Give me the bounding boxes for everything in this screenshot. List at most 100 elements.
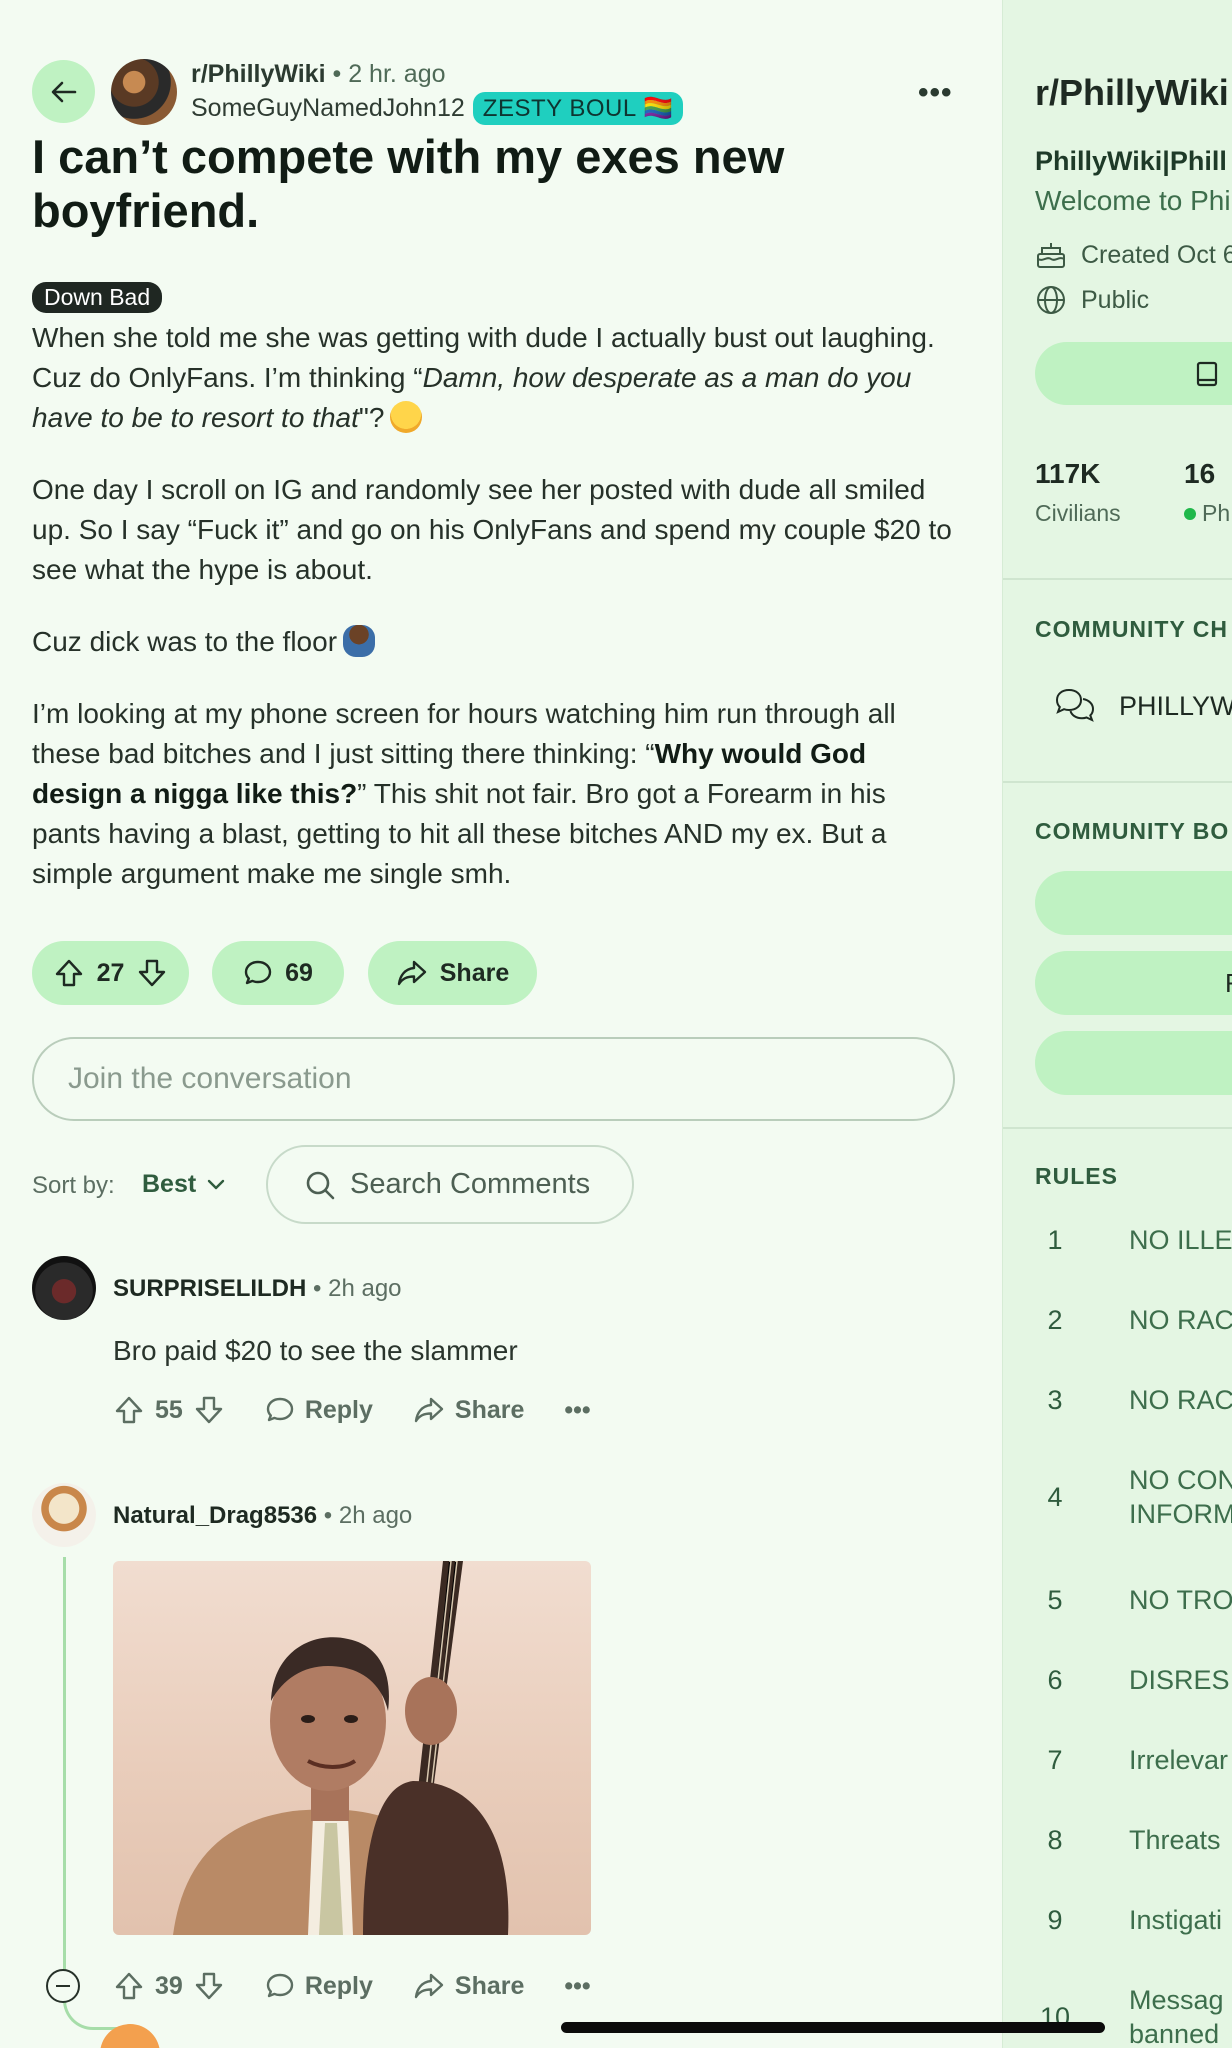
rule-title-line: NO CON	[1129, 1465, 1232, 1495]
sidebar-rule-item[interactable]: 8 Threats	[1035, 1823, 1221, 1857]
collapse-thread-button[interactable]	[46, 1969, 80, 2003]
upvote-icon[interactable]	[113, 1394, 145, 1426]
sidebar-divider	[1003, 578, 1232, 580]
rule-title: NO TRO	[1129, 1585, 1232, 1615]
rule-title-line: banned	[1129, 2019, 1220, 2048]
sidebar-bookmark-button[interactable]	[1035, 871, 1232, 935]
commenter-avatar[interactable]	[32, 1483, 96, 1547]
sidebar-community-title[interactable]: r/PhillyWiki	[1035, 72, 1229, 114]
community-sidebar: r/PhillyWiki PhillyWiki|Phill Welcome to…	[1002, 0, 1232, 2048]
meta-separator: •	[313, 1275, 329, 1302]
sort-label: Sort by:	[32, 1172, 115, 1199]
sidebar-bookmarks-heading: COMMUNITY BO	[1035, 818, 1230, 844]
sidebar-rule-item[interactable]: 5 NO TRO	[1035, 1583, 1232, 1617]
sidebar-bookmark-button[interactable]	[1035, 1031, 1232, 1095]
post-flair-tag[interactable]: Down Bad	[32, 282, 163, 313]
comment-count: 69	[285, 958, 313, 987]
sidebar-rule-item[interactable]: 6 DISRESI	[1035, 1663, 1232, 1697]
laughing-emoji-icon	[390, 401, 423, 433]
post-body: When she told me she was getting with du…	[32, 318, 962, 926]
sidebar-chats-heading: COMMUNITY CH	[1035, 616, 1229, 642]
sidebar-rule-item[interactable]: 1 NO ILLE	[1035, 1223, 1232, 1257]
sidebar-online-label: Ph	[1202, 500, 1231, 526]
rule-number: 5	[1047, 1584, 1063, 1615]
rule-number: 2	[1047, 1304, 1063, 1335]
sidebar-rule-item[interactable]: 4 NO CON INFORM	[1035, 1463, 1232, 1531]
share-arrow-icon	[414, 1397, 444, 1423]
sidebar-rule-item[interactable]: 10 Messag banned	[1035, 1983, 1224, 2048]
comment-header: Natural_Drag8536 • 2h ago	[113, 1502, 412, 1530]
commenter-name[interactable]: Natural_Drag8536	[113, 1502, 317, 1529]
share-button[interactable]: Share	[368, 941, 537, 1005]
upvote-icon[interactable]	[113, 1970, 145, 2002]
comments-button[interactable]: 69	[212, 941, 344, 1005]
author-link[interactable]: SomeGuyNamedJohn12	[191, 94, 465, 123]
commenter-name[interactable]: SURPRISELILDH	[113, 1275, 306, 1302]
rule-title-line: Messag	[1129, 1985, 1224, 2015]
rule-title: DISRESI	[1129, 1665, 1232, 1695]
comment-vote-group: 55	[113, 1394, 225, 1426]
rule-title: Irrelevar	[1129, 1745, 1229, 1775]
sidebar-rule-item[interactable]: 2 NO RAC	[1035, 1303, 1232, 1337]
sidebar-chat-item[interactable]: PHILLYW	[1035, 686, 1232, 726]
comment-vote-group: 39	[113, 1970, 225, 2002]
sort-dropdown[interactable]: Best	[142, 1170, 226, 1199]
sidebar-divider	[1003, 1127, 1232, 1129]
reply-label: Reply	[304, 1395, 373, 1424]
sidebar-rule-item[interactable]: 7 Irrelevar	[1035, 1743, 1228, 1777]
meta-separator: •	[332, 60, 349, 88]
post-detail: r/PhillyWiki • 2 hr. ago SomeGuyNamedJoh…	[0, 0, 1002, 2048]
online-dot-icon	[1184, 507, 1196, 520]
vote-count: 27	[96, 958, 125, 987]
comment-share-button[interactable]: Share	[413, 1395, 524, 1425]
comment-header: SURPRISELILDH • 2h ago	[113, 1275, 402, 1303]
sidebar-created-row: Created Oct 6	[1035, 240, 1232, 270]
downvote-icon[interactable]	[193, 1394, 225, 1426]
share-arrow-icon	[414, 1973, 444, 1999]
rule-number: 3	[1047, 1384, 1063, 1415]
sidebar-divider	[1003, 781, 1232, 783]
reply-label: Reply	[304, 1971, 373, 2000]
upvote-icon[interactable]	[53, 957, 85, 989]
sort-value: Best	[142, 1170, 197, 1198]
comment-share-button[interactable]: Share	[413, 1971, 524, 2001]
post-paragraph: One day I scroll on IG and randomly see …	[32, 474, 952, 585]
downvote-icon[interactable]	[193, 1970, 225, 2002]
sidebar-bookmark-button[interactable]: F	[1035, 951, 1232, 1015]
rule-number: 1	[1047, 1224, 1063, 1255]
sidebar-rule-item[interactable]: 3 NO RAC	[1035, 1383, 1232, 1417]
subreddit-avatar[interactable]	[111, 59, 177, 125]
search-comments-button[interactable]: Search Comments	[266, 1145, 634, 1224]
sidebar-rules-heading: RULES	[1035, 1163, 1118, 1189]
meta-separator: •	[323, 1502, 339, 1529]
more-options-icon[interactable]: •••	[918, 76, 953, 110]
comment-image[interactable]	[113, 1561, 591, 1935]
sidebar-wiki-button[interactable]	[1035, 342, 1232, 405]
post-paragraph: When she told me she was getting with du…	[32, 318, 962, 438]
comment-reply-button[interactable]: Reply	[265, 1395, 373, 1425]
comment-bubble-icon	[244, 960, 272, 985]
chevron-down-icon	[207, 1179, 225, 1189]
downvote-icon[interactable]	[136, 957, 168, 989]
comment-text: Bro paid $20 to see the slammer	[113, 1335, 518, 1366]
join-conversation-input[interactable]	[32, 1037, 955, 1121]
rule-title: NO ILLE	[1129, 1225, 1232, 1255]
comment-more-icon[interactable]: •••	[564, 1972, 590, 2001]
back-button[interactable]	[32, 60, 95, 123]
sidebar-rule-item[interactable]: 9 Instigati	[1035, 1903, 1222, 1937]
share-arrow-icon	[397, 960, 426, 986]
post-age: 2 hr. ago	[348, 60, 446, 88]
post-paragraph: I’m looking at my phone screen for hours…	[32, 694, 962, 894]
comment-age: 2h ago	[328, 1275, 402, 1302]
comment-more-icon[interactable]: •••	[564, 1396, 590, 1425]
bass-player-illustration	[173, 1561, 509, 1935]
shrug-person-emoji-icon	[343, 625, 376, 657]
rule-title: Threats	[1129, 1825, 1221, 1855]
arrow-left-icon	[51, 81, 76, 102]
rule-title: NO RAC	[1129, 1385, 1232, 1415]
sidebar-online-count: 16	[1184, 458, 1216, 489]
comment-reply-button[interactable]: Reply	[265, 1971, 373, 2001]
home-indicator[interactable]	[561, 2022, 1105, 2033]
subreddit-link[interactable]: r/PhillyWiki	[191, 60, 326, 88]
commenter-avatar[interactable]	[32, 1256, 96, 1320]
